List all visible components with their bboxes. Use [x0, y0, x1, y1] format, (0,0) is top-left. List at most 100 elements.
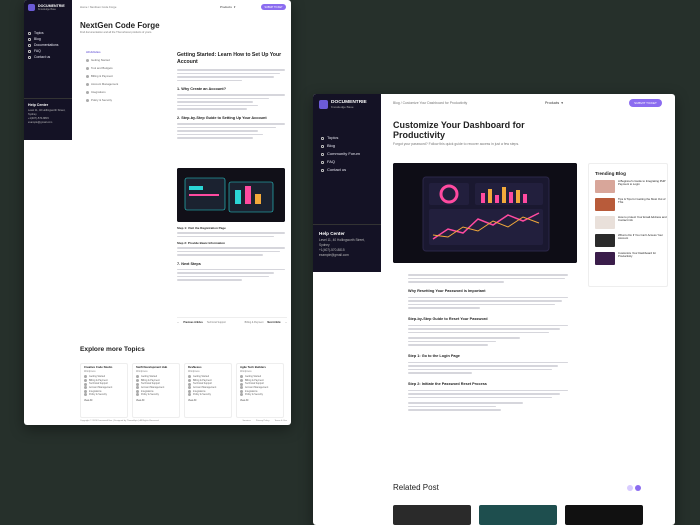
- text-line: [408, 372, 472, 374]
- text-line: [177, 76, 275, 78]
- related-post-thumb[interactable]: [393, 505, 471, 525]
- next-article[interactable]: Billing & Payment Next Article →: [245, 321, 287, 324]
- topic-link[interactable]: Policy & Security: [240, 393, 280, 397]
- trending-item[interactable]: What to Do If You Can't Access Your Acco…: [595, 233, 667, 247]
- text-line: [177, 235, 275, 237]
- help-email[interactable]: example@gmail.com: [319, 253, 375, 258]
- section-heading: Step 2: Initiate the Password Reset Proc…: [408, 381, 487, 386]
- text-line: [408, 340, 496, 342]
- toc-item-label: Getting Started: [91, 58, 110, 62]
- breadcrumb[interactable]: Blog / Customize Your Dashboard for Prod…: [393, 101, 467, 105]
- submit-ticket-button[interactable]: SUBMIT TICKET: [261, 4, 286, 10]
- page-subtitle: Find documentation and all the Themefore…: [80, 31, 153, 34]
- help-center: Help Center Level 11, 40 Hollingworth St…: [313, 224, 381, 264]
- trending-item[interactable]: Customize Your Dashboard for Productivit…: [595, 251, 667, 265]
- text-line: [408, 328, 560, 330]
- help-email[interactable]: example@gmail.com: [28, 121, 68, 125]
- toc-item[interactable]: Account Management: [86, 80, 164, 88]
- text-line: [177, 97, 269, 99]
- topic-link-label: Policy & Security: [89, 393, 107, 397]
- text-line: [408, 337, 520, 339]
- doc-icon: [86, 74, 89, 78]
- sidebar-item-topics[interactable]: Topics: [321, 134, 360, 142]
- text-line: [177, 79, 242, 81]
- toc-item-label: Policy & Security: [91, 98, 112, 102]
- footer-link[interactable]: Privacy Policy: [256, 420, 270, 422]
- contact-icon: [321, 168, 324, 172]
- view-all-link[interactable]: View All: [188, 399, 228, 403]
- toc-item[interactable]: Policy & Security: [86, 96, 164, 104]
- related-post-thumb[interactable]: [565, 505, 643, 525]
- text-line: [408, 303, 556, 305]
- trending-blog: Trending Blog A Beginner's Guide to Inte…: [588, 163, 668, 287]
- products-dropdown[interactable]: Products ▾: [545, 101, 563, 105]
- topic-link[interactable]: Policy & Security: [188, 393, 228, 397]
- view-all-link[interactable]: View All: [136, 399, 176, 403]
- section-heading: Why Resetting Your Password is Important: [408, 288, 486, 293]
- doc-icon: [86, 58, 89, 62]
- related-post-thumb[interactable]: [479, 505, 557, 525]
- doc-icon: [240, 382, 243, 386]
- text-line: [408, 281, 504, 283]
- text-line: [408, 344, 488, 346]
- toc-item[interactable]: Billing & Payment: [86, 72, 164, 80]
- topic-card[interactable]: Creative Code Studio Wordpress Getting S…: [80, 363, 128, 418]
- text-line: [408, 277, 565, 279]
- logo[interactable]: DOCUMENTRIE Knowledge Base: [28, 4, 65, 11]
- sidebar-item-contact[interactable]: Contact us: [321, 166, 360, 174]
- logo[interactable]: DOCUMENTRIE Knowledge Base: [319, 100, 367, 109]
- trending-item-title: How to protect Your Email Address and Co…: [618, 215, 667, 223]
- text-line: [177, 133, 264, 136]
- text-line: [408, 365, 559, 367]
- thumbnail: [595, 198, 615, 211]
- prev-slide-button[interactable]: [627, 485, 633, 491]
- related-pager: [627, 485, 641, 491]
- trending-item[interactable]: A Beginner's Guide to Integrating PHP Pa…: [595, 179, 667, 193]
- doc-icon: [136, 382, 139, 386]
- topic-card[interactable]: Swift Development Hub Wordpress Getting …: [132, 363, 180, 418]
- sidebar-item-blog[interactable]: Blog: [321, 142, 360, 150]
- contact-icon: [28, 55, 31, 59]
- page-title: NextGen Code Forge: [80, 21, 160, 30]
- next-slide-button[interactable]: [635, 485, 641, 491]
- toc-item[interactable]: Tool and Budgets: [86, 64, 164, 72]
- trending-item-title: Customize Your Dashboard for Productivit…: [618, 251, 657, 259]
- footer-link[interactable]: Terms & Use: [274, 420, 287, 422]
- view-all-link[interactable]: View All: [240, 399, 280, 403]
- topic-link[interactable]: Policy & Security: [84, 393, 124, 397]
- blog-icon: [28, 37, 31, 41]
- products-dropdown[interactable]: Products ▾: [220, 5, 235, 9]
- faq-icon: [28, 49, 31, 53]
- view-all-link[interactable]: View All: [84, 399, 124, 403]
- sidebar-item-label: FAQ: [327, 159, 336, 164]
- related-heading: Related Post: [393, 483, 439, 492]
- breadcrumb[interactable]: Home / NextGen Code Forge: [80, 5, 116, 9]
- footer: Copyright © 2024 DocumentFlow | Designed…: [80, 420, 287, 422]
- trending-item[interactable]: Tips & Tips for Getting the Most Out of …: [595, 197, 667, 211]
- toc-item-label: Integrations: [91, 90, 106, 94]
- window-right: DOCUMENTRIE Knowledge Base Topics Blog C…: [313, 94, 675, 525]
- sidebar-item-faq[interactable]: FAQ: [321, 158, 360, 166]
- trending-item[interactable]: How to protect Your Email Address and Co…: [595, 215, 667, 229]
- sidebar-item-label: Blog: [327, 143, 336, 148]
- footer-links: Services Privacy Policy Terms & Use: [242, 420, 287, 422]
- topics-icon: [321, 136, 324, 140]
- toc-item[interactable]: Integrations: [86, 88, 164, 96]
- logo-icon: [28, 4, 35, 11]
- text-line: [177, 72, 280, 74]
- doc-icon: [240, 393, 243, 397]
- sidebar-item-label: Contact us: [327, 167, 347, 172]
- topic-card[interactable]: Agile Tech Builders Wordpress Getting St…: [236, 363, 284, 418]
- toc-heading[interactable]: All Articles: [86, 48, 164, 56]
- sidebar-item-contact[interactable]: Contact us: [28, 54, 59, 60]
- footer-link[interactable]: Services: [242, 420, 250, 422]
- topic-card[interactable]: DevNexus Wordpress Getting Started Billi…: [184, 363, 232, 418]
- sidebar-item-community[interactable]: Community Forum: [321, 150, 360, 158]
- topic-link[interactable]: Policy & Security: [136, 393, 176, 397]
- prev-article[interactable]: ← Previous Articles Technical Support: [177, 321, 226, 324]
- submit-ticket-button[interactable]: SUBMIT TICKET: [629, 99, 662, 107]
- toc-item[interactable]: Getting Started: [86, 56, 164, 64]
- text-line: [177, 275, 269, 277]
- topic-card-sub: Wordpress: [188, 369, 200, 373]
- explore-heading: Explore more Topics: [80, 346, 145, 353]
